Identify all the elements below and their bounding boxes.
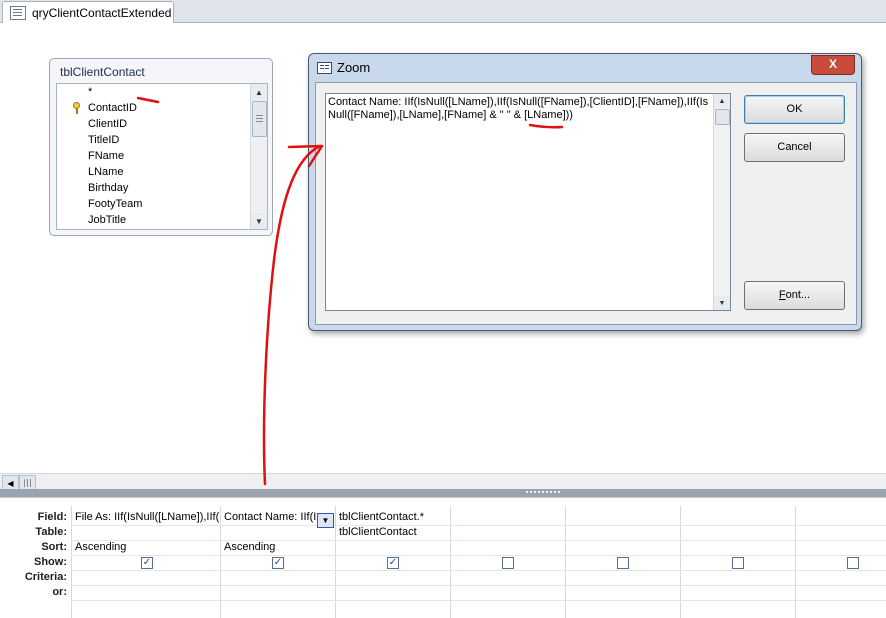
- query-document-tab[interactable]: qryClientContactExtended: [2, 1, 174, 23]
- dialog-client-area: Contact Name: IIf(IsNull([LName]),IIf(Is…: [315, 82, 857, 325]
- field-item-footyteam[interactable]: FootyTeam: [57, 196, 142, 212]
- field-item-jobtitle[interactable]: JobTitle: [57, 212, 126, 228]
- font-button[interactable]: Font...: [744, 281, 845, 310]
- row-label-show: Show:: [34, 556, 67, 568]
- font-button-accesskey: F: [778, 289, 786, 301]
- grid-column-divider: [71, 506, 72, 618]
- field-label: ContactID: [88, 102, 137, 114]
- expression-scrollbar[interactable]: ▲ ▼: [713, 94, 730, 310]
- table-field-list-window[interactable]: tblClientContact * ContactID ClientID Ti…: [49, 58, 273, 236]
- grid-row-divider: [71, 555, 886, 556]
- show-checkbox[interactable]: [732, 557, 744, 569]
- expression-text[interactable]: Contact Name: IIf(IsNull([LName]),IIf(Is…: [328, 96, 712, 122]
- grid-row-divider: [71, 570, 886, 571]
- close-button[interactable]: X: [811, 55, 855, 75]
- field-list: * ContactID ClientID TitleID FName LName…: [56, 83, 268, 230]
- scroll-thumb[interactable]: [715, 109, 730, 125]
- grid-table-cell[interactable]: tblClientContact: [339, 525, 449, 540]
- expression-textbox[interactable]: Contact Name: IIf(IsNull([LName]),IIf(Is…: [325, 93, 731, 311]
- query-tab-label: qryClientContactExtended: [32, 5, 172, 20]
- scroll-thumb[interactable]: [252, 101, 267, 137]
- field-list-scrollbar[interactable]: ▲ ▼: [250, 84, 267, 229]
- field-item-birthday[interactable]: Birthday: [57, 180, 128, 196]
- show-checkbox[interactable]: ✓: [141, 557, 153, 569]
- show-checkbox[interactable]: [502, 557, 514, 569]
- scroll-up-icon[interactable]: ▲: [251, 84, 267, 100]
- grid-column-divider: [450, 506, 451, 618]
- grid-column-divider: [335, 506, 336, 618]
- dialog-title-bar[interactable]: Zoom X: [309, 54, 861, 80]
- zoom-window-icon: [317, 62, 332, 74]
- upper-pane-horizontal-scrollbar[interactable]: ◀: [0, 473, 886, 491]
- field-item-titleid[interactable]: TitleID: [57, 132, 119, 148]
- show-checkbox[interactable]: ✓: [272, 557, 284, 569]
- font-button-label: ont...: [785, 289, 811, 301]
- field-item-lname[interactable]: LName: [57, 164, 123, 180]
- grid-field-cell[interactable]: File As: IIf(IsNull([LName]),IIf(: [75, 510, 219, 525]
- dialog-title: Zoom: [337, 60, 371, 75]
- field-item-fname[interactable]: FName: [57, 148, 124, 164]
- query-design-grid: Field: Table: Sort: Show: Criteria: or: …: [0, 497, 886, 618]
- scroll-up-icon[interactable]: ▲: [714, 94, 730, 108]
- splitter-grip[interactable]: [526, 491, 560, 496]
- grid-sort-cell[interactable]: Ascending: [75, 540, 219, 555]
- cancel-button[interactable]: Cancel: [744, 133, 845, 162]
- grid-field-cell[interactable]: tblClientContact.*: [339, 510, 449, 525]
- field-item-clientid[interactable]: ClientID: [57, 116, 127, 132]
- grid-row-divider: [71, 600, 886, 601]
- grid-row-divider: [71, 585, 886, 586]
- row-label-criteria: Criteria:: [24, 571, 67, 583]
- show-checkbox[interactable]: [847, 557, 859, 569]
- row-label-field: Field:: [37, 511, 67, 523]
- field-item-contactid[interactable]: ContactID: [57, 100, 137, 116]
- grid-column-divider: [565, 506, 566, 618]
- grid-field-cell[interactable]: Contact Name: IIf(I: [224, 510, 316, 525]
- grid-row-divider: [71, 525, 886, 526]
- grid-column-divider: [680, 506, 681, 618]
- pane-splitter[interactable]: [0, 489, 886, 497]
- show-checkbox[interactable]: [617, 557, 629, 569]
- row-label-table: Table:: [35, 526, 67, 538]
- primary-key-icon: [73, 102, 80, 114]
- query-icon: [10, 5, 26, 20]
- chevron-down-icon[interactable]: ▼: [317, 513, 334, 528]
- row-label-sort: Sort:: [41, 541, 67, 553]
- show-checkbox[interactable]: ✓: [387, 557, 399, 569]
- document-tab-bar: qryClientContactExtended: [0, 0, 886, 23]
- grid-sort-cell[interactable]: Ascending: [224, 540, 334, 555]
- scroll-down-icon[interactable]: ▼: [714, 296, 730, 310]
- zoom-dialog: Zoom X Contact Name: IIf(IsNull([LName])…: [308, 53, 862, 331]
- grid-column-divider: [795, 506, 796, 618]
- scroll-down-icon[interactable]: ▼: [251, 213, 267, 229]
- ok-button[interactable]: OK: [744, 95, 845, 124]
- grid-column-divider: [220, 506, 221, 618]
- table-name: tblClientContact: [60, 65, 145, 79]
- row-label-or: or:: [52, 586, 67, 598]
- field-item-star[interactable]: *: [57, 84, 92, 100]
